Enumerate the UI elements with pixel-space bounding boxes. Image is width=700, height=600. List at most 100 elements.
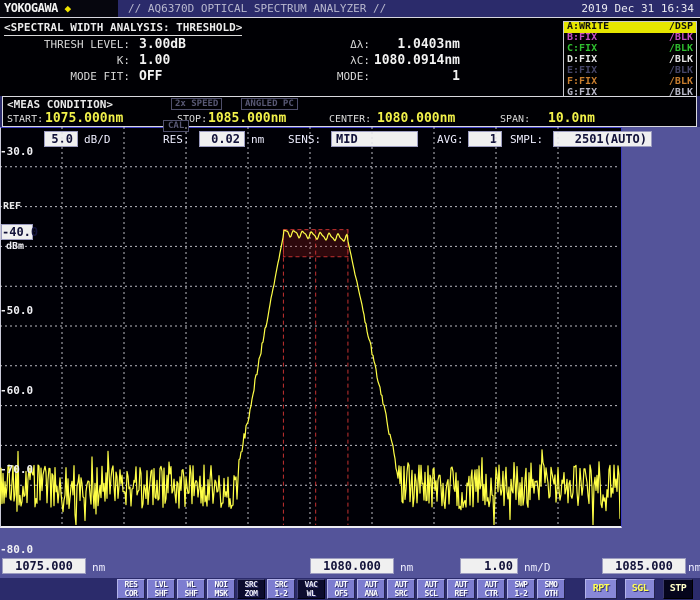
analysis-label: THRESH LEVEL: — [0, 37, 130, 53]
trace-row-a[interactable]: A:WRITE/DSP — [564, 22, 696, 33]
x-start-box[interactable]: 1075.000 — [2, 558, 86, 574]
analysis-results-grid: THRESH LEVEL:3.00dBΔλ:1.0403nmK:1.00λC:1… — [0, 37, 460, 85]
start-value[interactable]: 1075.000nm — [45, 111, 123, 126]
softkey-label: ZOM — [238, 590, 264, 599]
trace-display-mode: /BLK — [669, 66, 693, 76]
softkey-aut-ctr[interactable]: AUTCTR — [477, 579, 505, 599]
analysis-value: 1 — [370, 69, 460, 85]
softkey-smo-oth[interactable]: SMOOTH — [537, 579, 565, 599]
softkey-src-1-2[interactable]: SRC1-2 — [267, 579, 295, 599]
softkey-sgl[interactable]: SGL — [625, 579, 655, 599]
softkey-label: COR — [118, 590, 144, 599]
trace-row-e[interactable]: E:FIX/BLK — [564, 65, 696, 76]
softkey-row: RESCORLVLSHFWLSHFNOIMSKSRCZOMSRC1-2VACWL… — [0, 578, 700, 600]
x-stop-unit: nm — [688, 561, 700, 574]
trace-row-d[interactable]: D:FIX/BLK — [564, 55, 696, 66]
trace-display-mode: /BLK — [669, 55, 693, 65]
osa-screen: YOKOGAWA ◆ // AQ6370D OPTICAL SPECTRUM A… — [0, 0, 700, 600]
softkey-res-cor[interactable]: RESCOR — [117, 579, 145, 599]
ref-line-label: REF — [3, 201, 21, 212]
analysis-value: 1.00 — [130, 53, 300, 69]
x-center-unit: nm — [400, 561, 413, 574]
softkey-vac-wl[interactable]: VACWL — [297, 579, 325, 599]
trace-name: F:FIX — [567, 77, 597, 87]
softkey-label: 1-2 — [268, 590, 294, 599]
spectral-width-marker — [283, 230, 347, 525]
softkey-label: RPT — [586, 581, 616, 597]
x-start-unit: nm — [92, 561, 105, 574]
center-value[interactable]: 1080.000nm — [377, 111, 455, 126]
spectrum-svg — [0, 127, 620, 525]
meas-condition-heading: <MEAS CONDITION> — [7, 98, 113, 111]
softkey-aut-src[interactable]: AUTSRC — [387, 579, 415, 599]
softkey-lvl-shf[interactable]: LVLSHF — [147, 579, 175, 599]
datetime: 2019 Dec 31 16:34 — [581, 2, 694, 15]
meas-badge: ANGLED PC — [241, 98, 298, 110]
softkey-label: CTR — [478, 590, 504, 599]
instrument-title: // AQ6370D OPTICAL SPECTRUM ANALYZER // — [128, 2, 386, 15]
trace-row-c[interactable]: C:FIX/BLK — [564, 44, 696, 55]
trace-row-b[interactable]: B:FIX/BLK — [564, 33, 696, 44]
softkey-aut-ref[interactable]: AUTREF — [447, 579, 475, 599]
trace-display-mode: /DSP — [669, 22, 693, 32]
softkey-rpt[interactable]: RPT — [585, 579, 617, 599]
trace-display-mode: /BLK — [669, 77, 693, 87]
analysis-label: MODE: — [300, 69, 370, 85]
x-scale-box[interactable]: 1.00 — [460, 558, 518, 574]
y-axis-label: -80.0 — [0, 543, 31, 556]
trace-display-mode: /BLK — [669, 33, 693, 43]
softkey-label: SHF — [148, 590, 174, 599]
softkey-label: STP — [664, 581, 692, 597]
grid-lines — [0, 127, 620, 525]
analysis-label: MODE FIT: — [0, 69, 130, 85]
analysis-label: K: — [0, 53, 130, 69]
softkey-label: REF — [448, 590, 474, 599]
spectrum-plot: REF — [0, 127, 622, 528]
brand-text: YOKOGAWA — [4, 1, 58, 15]
softkey-label: WL — [298, 590, 324, 599]
y-axis-label: -60.0 — [0, 384, 31, 397]
softkey-swp-1-2[interactable]: SWP1-2 — [507, 579, 535, 599]
title-bar: YOKOGAWA ◆ // AQ6370D OPTICAL SPECTRUM A… — [0, 0, 700, 17]
analysis-heading: <SPECTRAL WIDTH ANALYSIS: THRESHOLD> — [4, 21, 242, 36]
analysis-value: 1.0403nm — [370, 37, 460, 53]
analysis-value: OFF — [130, 69, 300, 85]
meas-badge: 2x SPEED — [171, 98, 222, 110]
stop-value[interactable]: 1085.000nm — [208, 111, 286, 126]
span-value[interactable]: 10.0nm — [548, 111, 595, 126]
yokogawa-logo: YOKOGAWA ◆ — [0, 0, 118, 17]
softkey-aut-scl[interactable]: AUTSCL — [417, 579, 445, 599]
x-center-box[interactable]: 1080.000 — [310, 558, 394, 574]
y-axis-label: -30.0 — [0, 145, 31, 158]
display-panel: CAL 5.0 dB/D RES: 0.02 nm SENS: MID AVG:… — [0, 127, 700, 578]
softkey-label: MSK — [208, 590, 234, 599]
start-label: START: — [7, 114, 43, 125]
analysis-label: λC: — [300, 53, 370, 69]
trace-name: B:FIX — [567, 33, 597, 43]
softkey-wl-shf[interactable]: WLSHF — [177, 579, 205, 599]
softkey-stp[interactable]: STP — [663, 579, 693, 599]
softkey-aut-ofs[interactable]: AUTOFS — [327, 579, 355, 599]
trace-name: D:FIX — [567, 55, 597, 65]
trace-name: A:WRITE — [567, 22, 609, 32]
softkey-src-zom[interactable]: SRCZOM — [237, 579, 265, 599]
softkey-label: ANA — [358, 590, 384, 599]
trace-name: C:FIX — [567, 44, 597, 54]
brand-diamond-icon: ◆ — [65, 2, 71, 15]
x-stop-box[interactable]: 1085.000 — [602, 558, 686, 574]
softkey-label: SHF — [178, 590, 204, 599]
y-axis-label: -70.0 — [0, 463, 31, 476]
analysis-panel: <SPECTRAL WIDTH ANALYSIS: THRESHOLD> THR… — [0, 17, 700, 96]
trace-row-f[interactable]: F:FIX/BLK — [564, 76, 696, 87]
softkey-aut-ana[interactable]: AUTANA — [357, 579, 385, 599]
softkey-label: SRC — [388, 590, 414, 599]
softkey-label: 1-2 — [508, 590, 534, 599]
analysis-value: 3.00dB — [130, 37, 300, 53]
softkey-label: OTH — [538, 590, 564, 599]
analysis-value: 1080.0914nm — [370, 53, 460, 69]
trace-panel: A:WRITE/DSPB:FIX/BLKC:FIX/BLKD:FIX/BLKE:… — [563, 21, 697, 99]
center-label: CENTER: — [329, 114, 371, 125]
softkey-noi-msk[interactable]: NOIMSK — [207, 579, 235, 599]
span-label: SPAN: — [500, 114, 530, 125]
softkey-label: OFS — [328, 590, 354, 599]
